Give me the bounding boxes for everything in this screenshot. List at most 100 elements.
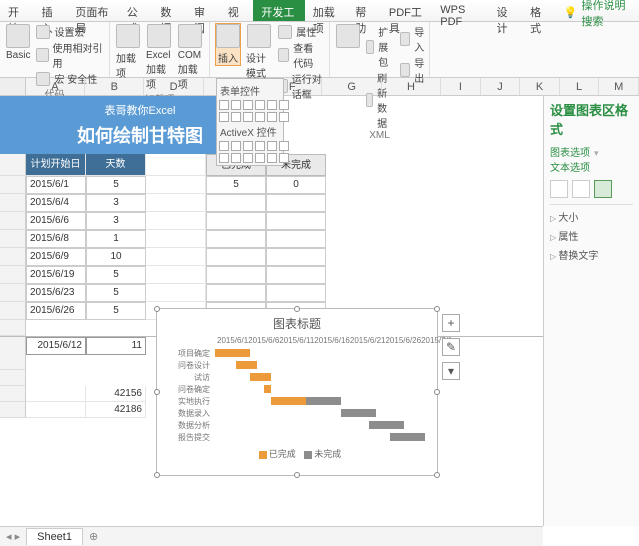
form-control-item[interactable] [243, 112, 253, 122]
view-code-button[interactable]: 查看代码 [278, 40, 323, 70]
cell-undone[interactable] [266, 212, 326, 230]
chart-bar[interactable] [306, 397, 341, 405]
cell-date[interactable]: 2015/6/6 [26, 212, 86, 230]
cell-done[interactable] [206, 212, 266, 230]
cell-days[interactable]: 3 [86, 212, 146, 230]
text-options-link[interactable]: 文本选项 [550, 159, 590, 174]
resize-handle[interactable] [434, 306, 440, 312]
tab-design[interactable]: 设计 [488, 0, 522, 21]
row-header[interactable] [0, 302, 26, 320]
resize-handle[interactable] [434, 389, 440, 395]
chart-filter-button[interactable]: ▾ [442, 362, 460, 380]
col-header[interactable]: G [322, 78, 381, 95]
cell-done[interactable] [206, 248, 266, 266]
chart-bar[interactable] [369, 421, 404, 429]
cell-done[interactable] [206, 266, 266, 284]
cell-date[interactable]: 2015/6/23 [26, 284, 86, 302]
xml-import-button[interactable]: 导入 [400, 24, 428, 54]
chart-title[interactable]: 图表标题 [157, 315, 437, 332]
record-macro-button[interactable]: 设置宏 [36, 24, 103, 39]
tab-formula[interactable]: 公式 [119, 0, 153, 21]
col-header[interactable]: K [520, 78, 560, 95]
form-control-item[interactable] [219, 100, 229, 110]
row-header[interactable] [0, 154, 26, 176]
select-all-corner[interactable] [0, 78, 26, 95]
cell-undone[interactable] [266, 284, 326, 302]
row-header[interactable] [0, 230, 26, 248]
cell-days[interactable]: 3 [86, 194, 146, 212]
cell-date[interactable]: 2015/6/19 [26, 266, 86, 284]
cell-done[interactable] [206, 230, 266, 248]
resize-handle[interactable] [154, 389, 160, 395]
form-control-item[interactable] [243, 100, 253, 110]
activex-control-item[interactable] [255, 141, 265, 151]
activex-control-item[interactable] [267, 153, 277, 163]
cell-days[interactable]: 10 [86, 248, 146, 266]
row-header[interactable] [0, 248, 26, 266]
col-header[interactable]: M [599, 78, 639, 95]
activex-control-item[interactable] [219, 153, 229, 163]
tab-review[interactable]: 审阅 [186, 0, 220, 21]
xml-expand-button[interactable]: 扩展包 [366, 24, 394, 69]
activex-control-item[interactable] [255, 153, 265, 163]
resize-handle[interactable] [154, 306, 160, 312]
form-control-item[interactable] [279, 100, 289, 110]
insert-control-button[interactable]: 插入 [216, 24, 240, 65]
activex-control-item[interactable] [279, 153, 289, 163]
activex-control-item[interactable] [243, 153, 253, 163]
col-header[interactable]: D [144, 78, 203, 95]
xml-source-button[interactable] [336, 24, 360, 48]
col-header[interactable]: H [382, 78, 441, 95]
chart-style-button[interactable]: ✎ [442, 338, 460, 356]
visual-basic-button[interactable]: Basic [6, 24, 30, 61]
row-header[interactable] [0, 194, 26, 212]
sheet-nav[interactable]: ◂ ▸ [0, 530, 26, 543]
col-header[interactable]: J [481, 78, 521, 95]
tab-data[interactable]: 数据 [152, 0, 186, 21]
form-control-item[interactable] [267, 112, 277, 122]
tab-wpspdf[interactable]: WPS PDF [432, 0, 488, 21]
tab-insert[interactable]: 插入 [34, 0, 68, 21]
activex-control-item[interactable] [219, 141, 229, 151]
effects-tool[interactable] [572, 180, 590, 198]
cell-days[interactable]: 5 [86, 176, 146, 194]
chart-bar[interactable] [341, 409, 376, 417]
col-header[interactable]: L [560, 78, 600, 95]
cell-done[interactable] [206, 194, 266, 212]
tab-view[interactable]: 视图 [220, 0, 254, 21]
cell-value[interactable]: 42156 [86, 386, 146, 402]
row-header[interactable] [0, 212, 26, 230]
add-sheet-button[interactable]: ⊕ [83, 528, 104, 545]
fill-outline-tool[interactable] [550, 180, 568, 198]
form-control-item[interactable] [267, 100, 277, 110]
cell-date[interactable]: 2015/6/26 [26, 302, 86, 320]
form-control-item[interactable] [255, 112, 265, 122]
cell-date[interactable]: 2015/6/8 [26, 230, 86, 248]
cell-date[interactable]: 2015/6/9 [26, 248, 86, 266]
chart-bar[interactable] [215, 349, 250, 357]
chart-bar[interactable] [264, 385, 271, 393]
resize-handle[interactable] [294, 472, 300, 478]
acc-alt-text[interactable]: 替换文字 [550, 247, 633, 262]
tab-help[interactable]: 帮助 [347, 0, 381, 21]
tab-pdf[interactable]: PDF工具 [381, 0, 432, 21]
relative-ref-button[interactable]: 使用相对引用 [36, 40, 103, 70]
tab-layout[interactable]: 页面布局 [67, 0, 118, 21]
cell-undone[interactable] [266, 194, 326, 212]
activex-control-item[interactable] [267, 141, 277, 151]
design-mode-button[interactable]: 设计模式 [246, 24, 272, 80]
cell-undone[interactable] [266, 230, 326, 248]
row-header[interactable] [0, 284, 26, 302]
row-header[interactable] [0, 337, 26, 355]
input-days-cell[interactable]: 11 [86, 337, 146, 355]
chart-bar[interactable] [250, 373, 271, 381]
col-header[interactable]: B [85, 78, 144, 95]
resize-handle[interactable] [294, 306, 300, 312]
properties-button[interactable]: 属性 [278, 24, 323, 39]
chart-bar[interactable] [271, 397, 306, 405]
cell-undone[interactable] [266, 248, 326, 266]
sheet-tab[interactable]: Sheet1 [26, 528, 83, 545]
cell-days[interactable]: 5 [86, 302, 146, 320]
input-date-cell[interactable]: 2015/6/12 [26, 337, 86, 355]
cell-value[interactable]: 42186 [86, 402, 146, 418]
